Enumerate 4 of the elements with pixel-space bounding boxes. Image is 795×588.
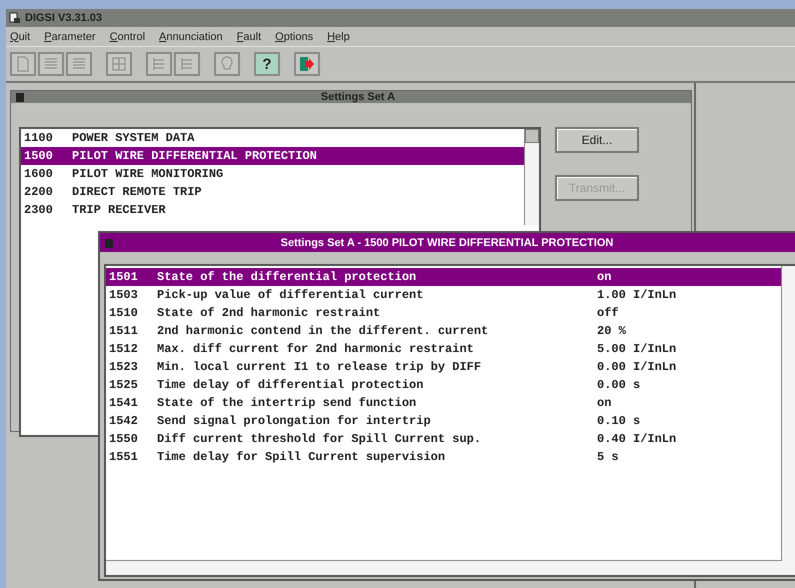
window-title: Settings Set A - 1500 PILOT WIRE DIFFERENTIAL PROTECTION [280,236,614,248]
help-glyph: ? [262,56,272,72]
window-title: Settings Set A [320,91,396,103]
window-title: DIGSI V3.31.03 [25,12,102,24]
